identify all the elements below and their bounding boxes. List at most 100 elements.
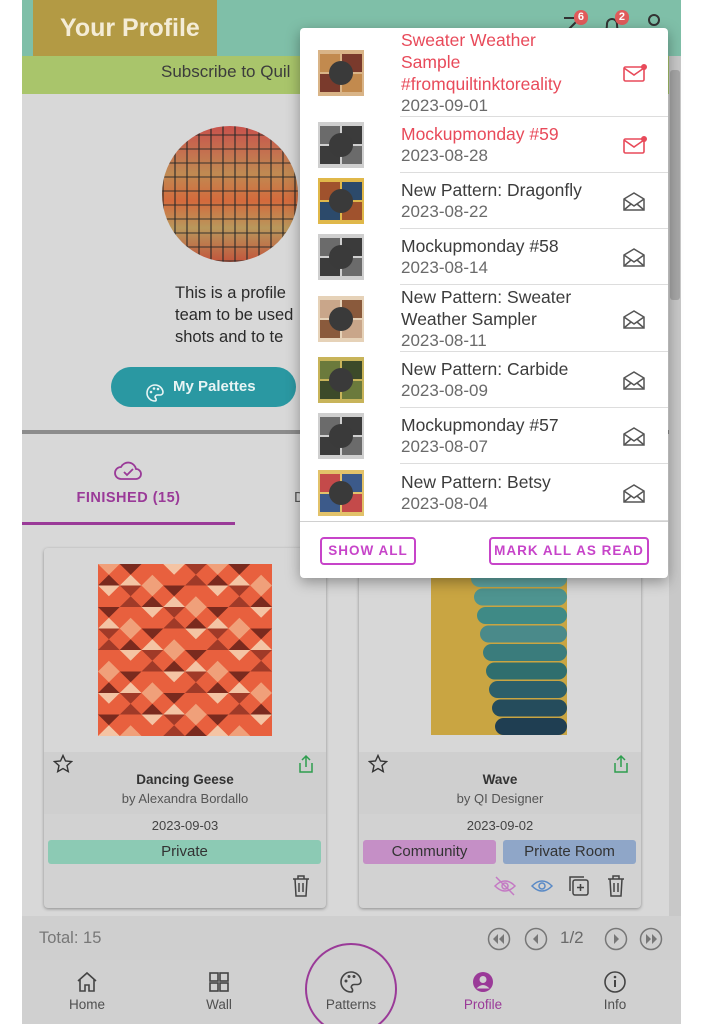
copy-add-icon[interactable] (567, 874, 589, 898)
notification-title-line: New Pattern: Dragonfly (401, 180, 582, 200)
notification-thumbnail (318, 178, 364, 224)
star-icon[interactable] (367, 753, 389, 774)
pattern-grid: Dancing Geese by Alexandra Bordallo 2023… (22, 528, 681, 916)
pattern-author: by Alexandra Bordallo (121, 791, 249, 806)
notification-item[interactable]: New Pattern: Betsy 2023-08-04 (300, 464, 668, 521)
pattern-name: Dancing Geese (136, 772, 234, 787)
notification-title-line: Mockupmonday #58 (401, 236, 559, 256)
notifications-dropdown: Sweater Weather Sample #fromquiltinktoreal… (300, 28, 668, 578)
nav-info[interactable]: Info (555, 960, 675, 1024)
notification-thumbnail (318, 357, 364, 403)
tag-community: Community (363, 840, 496, 864)
notification-date: 2023-08-07 (401, 437, 488, 456)
notification-thumbnail (318, 296, 364, 342)
trash-icon[interactable] (605, 874, 627, 898)
notification-item[interactable]: Sweater Weather Sample #fromquiltinktoreal… (300, 28, 668, 117)
open-mail-icon[interactable] (622, 482, 648, 504)
patterns-highlight-ring (305, 943, 397, 1024)
notification-date: 2023-08-11 (401, 331, 487, 350)
notification-date: 2023-09-01 (401, 96, 488, 115)
share-icon[interactable] (612, 754, 630, 774)
notification-title-line: #fromquiltinktoreality (401, 74, 562, 94)
notification-item[interactable]: Mockupmonday #59 2023-08-28 (300, 117, 668, 173)
star-icon[interactable] (52, 753, 74, 774)
grid-icon (207, 970, 231, 994)
quilt-stripe (477, 607, 567, 624)
eye-icon[interactable] (530, 874, 554, 898)
open-mail-icon[interactable] (622, 308, 648, 330)
notification-list[interactable]: Sweater Weather Sample #fromquiltinktoreal… (300, 28, 668, 521)
page-indicator: 1/2 (560, 928, 584, 947)
notification-thumbnail (318, 413, 364, 459)
last-page-icon[interactable] (639, 927, 663, 951)
notification-title-line: New Pattern: Betsy (401, 472, 551, 492)
notification-title: New Pattern: Betsy (401, 471, 611, 493)
tag-private: Private (48, 840, 321, 864)
active-tab-underline (22, 522, 235, 525)
messages-badge: 6 (573, 10, 588, 25)
tab-finished[interactable]: FINISHED (15) (22, 434, 235, 528)
open-mail-icon[interactable] (622, 369, 648, 391)
unread-mail-icon[interactable] (622, 134, 648, 156)
mark-all-read-button[interactable]: MARK ALL AS READ (489, 537, 649, 565)
notification-thumbnail (318, 122, 364, 168)
nav-wall[interactable]: Wall (159, 960, 279, 1024)
notification-title-line: New Pattern: Sweater (401, 287, 572, 307)
my-palettes-label: My Palettes (173, 378, 256, 395)
notification-title-line: Sample (401, 52, 461, 72)
notification-title: Mockupmonday #57 (401, 414, 611, 436)
notification-title-line: New Pattern: Carbide (401, 359, 569, 379)
notification-item[interactable]: New Pattern: Carbide 2023-08-09 (300, 352, 668, 408)
notification-item[interactable]: New Pattern: Dragonfly 2023-08-22 (300, 173, 668, 229)
notification-thumbnail (318, 234, 364, 280)
quilt-stripe (492, 699, 567, 717)
quilt-stripe (483, 644, 567, 661)
tag-private-room: Private Room (503, 840, 636, 864)
notification-item[interactable]: Mockupmonday #58 2023-08-14 (300, 229, 668, 285)
total-count: Total: 15 (39, 929, 102, 947)
notification-title-line: Weather Sampler (401, 309, 537, 329)
nav-wall-label: Wall (206, 997, 232, 1012)
profile-description-line: team to be used (175, 306, 294, 324)
open-mail-icon[interactable] (622, 246, 648, 268)
open-mail-icon[interactable] (622, 425, 648, 447)
trash-icon[interactable] (290, 874, 312, 898)
pattern-card[interactable]: Wave by QI Designer 2023-09-02 Community… (359, 548, 641, 908)
share-icon[interactable] (297, 754, 315, 774)
my-palettes-button[interactable]: My Palettes (111, 367, 296, 407)
nav-home-label: Home (68, 997, 105, 1012)
notification-date: 2023-08-14 (401, 258, 488, 277)
pattern-date: 2023-09-03 (151, 818, 219, 833)
prev-page-icon[interactable] (524, 927, 548, 951)
pattern-thumbnail[interactable] (44, 548, 326, 752)
notification-title: New Pattern: Sweater Weather Sampler (401, 286, 611, 330)
eye-off-icon[interactable] (493, 874, 517, 898)
nav-home[interactable]: Home (27, 960, 147, 1024)
tab-finished-label: FINISHED (15) (76, 490, 181, 506)
notification-date: 2023-08-22 (401, 202, 488, 221)
page-title: Your Profile (33, 0, 217, 56)
nav-profile[interactable]: Profile (423, 960, 543, 1024)
quilt-stripe (480, 625, 567, 643)
notification-title-line: Sweater Weather (401, 30, 536, 50)
profile-avatar (162, 126, 298, 262)
pattern-thumbnail[interactable] (359, 548, 641, 752)
notification-date: 2023-08-28 (401, 146, 488, 165)
notification-date: 2023-08-09 (401, 381, 488, 400)
notification-thumbnail (318, 50, 364, 96)
show-all-button[interactable]: SHOW ALL (320, 537, 416, 565)
notification-title: Mockupmonday #59 (401, 123, 611, 145)
next-page-icon[interactable] (604, 927, 628, 951)
pattern-card[interactable]: Dancing Geese by Alexandra Bordallo 2023… (44, 548, 326, 908)
unread-mail-icon[interactable] (622, 62, 648, 84)
first-page-icon[interactable] (487, 927, 511, 951)
notification-item[interactable]: Mockupmonday #57 2023-08-07 (300, 408, 668, 464)
scrollbar-thumb[interactable] (670, 70, 680, 300)
open-mail-icon[interactable] (622, 190, 648, 212)
pattern-author: by QI Designer (456, 791, 544, 806)
notification-title: New Pattern: Carbide (401, 358, 611, 380)
dropdown-actions: SHOW ALL MARK ALL AS READ (300, 521, 668, 578)
notification-title-line: Mockupmonday #57 (401, 415, 559, 435)
notification-item[interactable]: New Pattern: Sweater Weather Sampler 2023-… (300, 285, 668, 352)
notification-date: 2023-08-04 (401, 494, 488, 513)
